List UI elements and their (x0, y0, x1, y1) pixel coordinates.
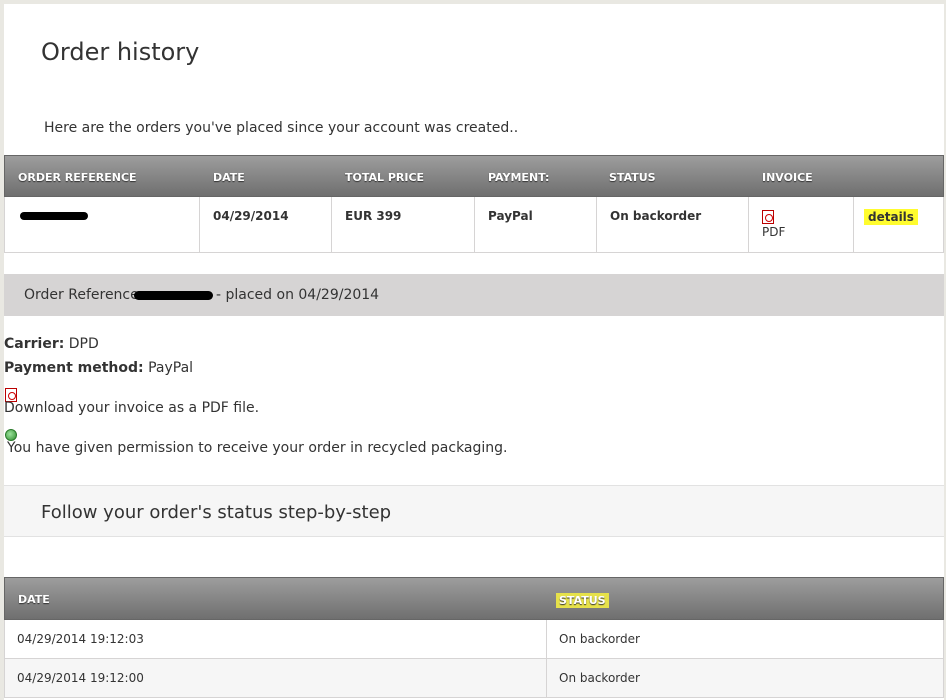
header-total-price[interactable]: TOTAL PRICE (345, 171, 424, 184)
order-total: EUR 399 (345, 209, 402, 223)
redacted-reference (20, 212, 88, 220)
status-table-header: DATE STATUS (4, 577, 944, 620)
column-divider (546, 659, 547, 697)
orders-table-header: ORDER REFERENCE DATE TOTAL PRICE PAYMENT… (4, 155, 944, 197)
follow-status-bar: Follow your order's status step-by-step (4, 485, 944, 537)
pdf-icon[interactable] (762, 210, 774, 224)
table-row: 04/29/2014 EUR 399 PayPal On backorder P… (4, 197, 944, 253)
redacted-reference (134, 291, 213, 300)
header-status[interactable]: STATUS (556, 593, 609, 608)
header-date[interactable]: DATE (213, 171, 245, 184)
header-order-reference[interactable]: ORDER REFERENCE (18, 171, 137, 184)
status-value: On backorder (559, 671, 640, 685)
page-title: Order history (41, 38, 200, 66)
order-reference-bar: Order Reference - placed on 04/29/2014 (4, 274, 944, 316)
payment-method-value: PayPal (148, 360, 194, 376)
header-invoice[interactable]: INVOICE (762, 171, 813, 184)
header-date[interactable]: DATE (18, 593, 50, 606)
details-link[interactable]: details (864, 209, 918, 225)
payment-method-line: Payment method: PayPal (4, 360, 193, 376)
header-status[interactable]: STATUS (609, 171, 656, 184)
carrier-label: Carrier: (4, 336, 65, 352)
invoice-cell[interactable]: PDF (749, 197, 854, 252)
download-invoice-link[interactable]: Download your invoice as a PDF file. (4, 400, 259, 416)
status-date: 04/29/2014 19:12:00 (17, 671, 144, 685)
order-reference-label: Order Reference (24, 287, 139, 303)
carrier-value: DPD (68, 336, 99, 352)
order-placed-date: - placed on 04/29/2014 (216, 287, 380, 303)
follow-status-title: Follow your order's status step-by-step (41, 502, 392, 523)
carrier-line: Carrier: DPD (4, 336, 99, 352)
date-cell: 04/29/2014 (200, 197, 332, 252)
order-status: On backorder (610, 209, 702, 223)
payment-cell: PayPal (475, 197, 597, 252)
status-date: 04/29/2014 19:12:03 (17, 632, 144, 646)
invoice-pdf-link[interactable]: PDF (762, 225, 785, 239)
status-cell: On backorder (597, 197, 749, 252)
page: Order history Here are the orders you've… (4, 4, 944, 700)
table-row: 04/29/2014 19:12:00 On backorder (4, 659, 944, 698)
payment-method-label: Payment method: (4, 360, 144, 376)
column-divider (546, 620, 547, 658)
header-payment[interactable]: PAYMENT: (488, 171, 549, 184)
order-date: 04/29/2014 (213, 209, 289, 223)
total-cell: EUR 399 (332, 197, 475, 252)
order-payment: PayPal (488, 209, 533, 223)
table-row: 04/29/2014 19:12:03 On backorder (4, 620, 944, 659)
order-reference-cell (5, 197, 200, 252)
recycled-packaging-text: You have given permission to receive you… (7, 440, 508, 456)
status-value: On backorder (559, 632, 640, 646)
intro-text: Here are the orders you've placed since … (44, 120, 519, 136)
